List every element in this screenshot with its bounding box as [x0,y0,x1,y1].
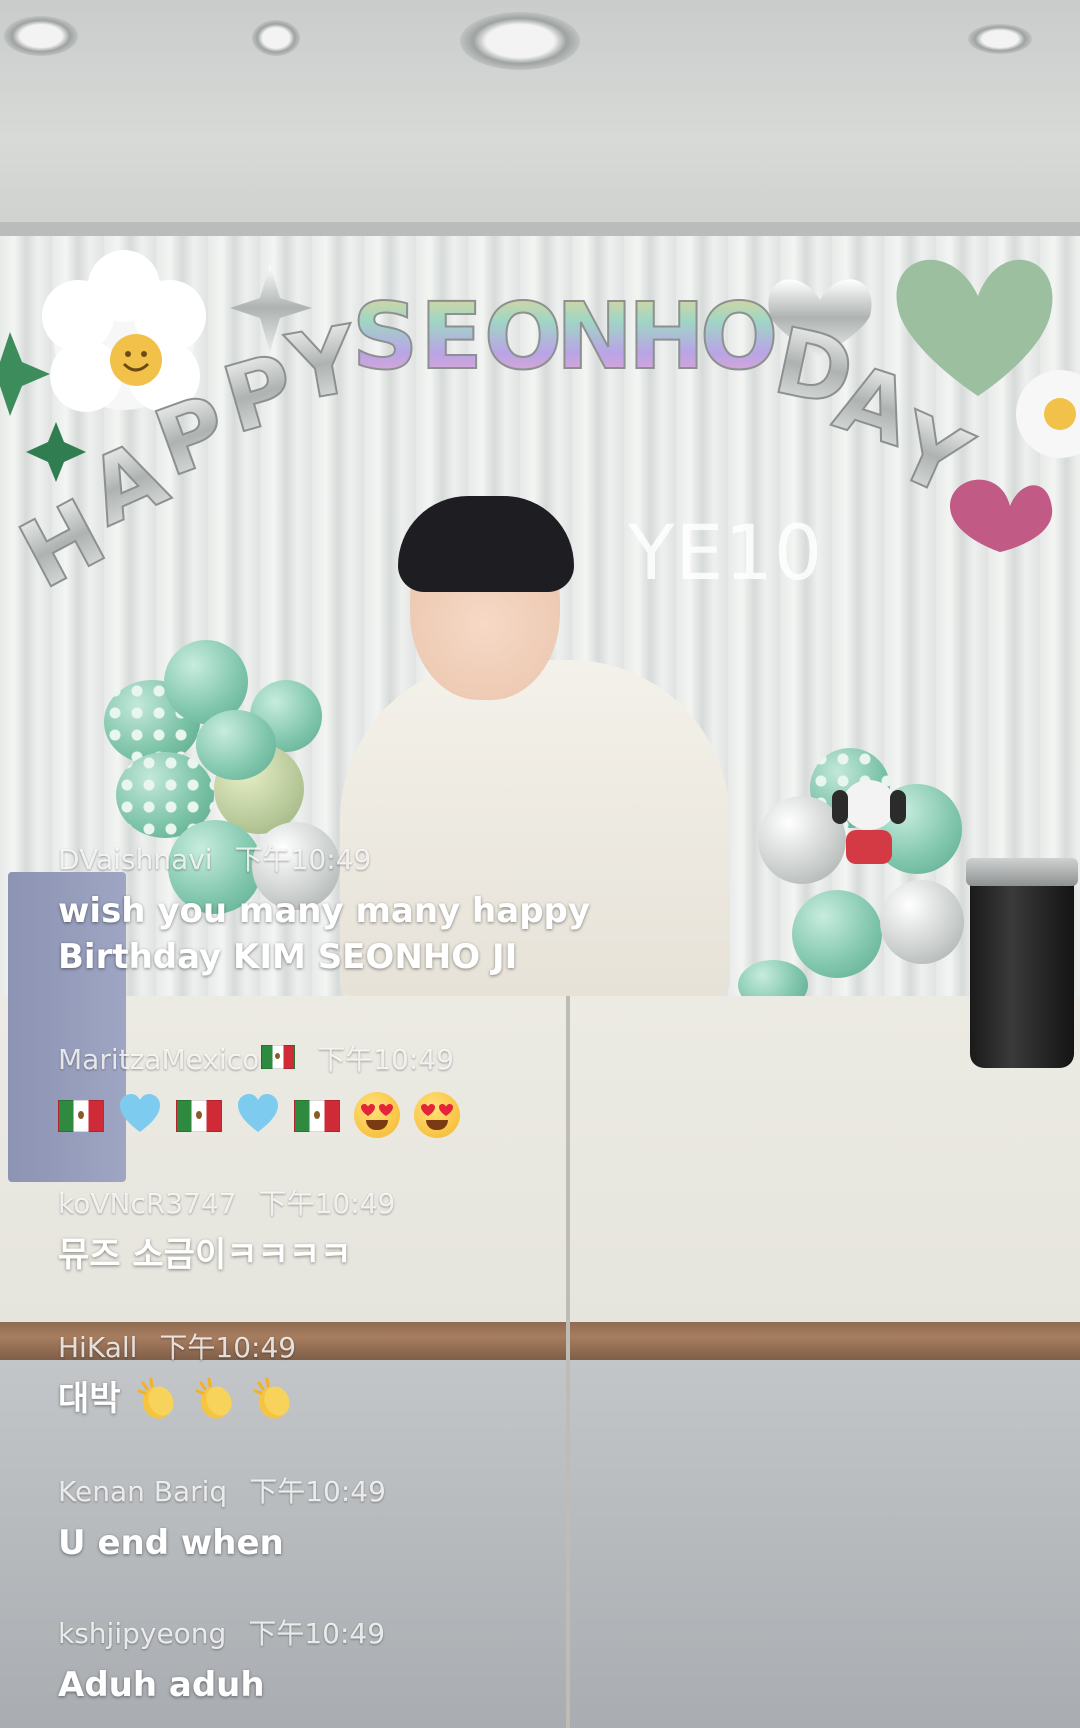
comment-item[interactable]: kshjipyeong 下午10:49 Aduh aduh [58,1612,385,1708]
comment-username[interactable]: MaritzaMexico [58,1043,259,1076]
comment-username[interactable]: Kenan Bariq [58,1475,227,1508]
comment-text: 대박 [58,1376,296,1422]
comment-item[interactable]: MaritzaMexico 下午10:49 [58,1038,460,1138]
comment-meta: MaritzaMexico 下午10:49 [58,1038,460,1078]
comment-line: U end when [58,1523,284,1563]
comment-meta: kshjipyeong 下午10:49 [58,1612,385,1652]
heart-eyes-face-icon [354,1092,400,1138]
clapping-hands-icon [135,1377,179,1421]
comment-text: U end when [58,1520,386,1566]
comment-item[interactable]: DVaishnavi 下午10:49 wish you many many ha… [58,838,590,980]
comment-line: 대박 [58,1379,121,1419]
light-blue-heart-icon [118,1092,162,1136]
comment-username[interactable]: HiKall [58,1331,137,1364]
comment-time: 下午10:49 [258,1187,396,1220]
comment-line: 뮤즈 소금이ㅋㅋㅋㅋ [58,1235,352,1275]
comment-time: 下午10:49 [159,1331,297,1364]
comment-meta: Kenan Bariq 下午10:49 [58,1470,386,1510]
mexico-flag-icon [294,1100,340,1132]
comment-line: wish you many many happy [58,891,591,931]
comment-item[interactable]: Kenan Bariq 下午10:49 U end when [58,1470,386,1566]
clapping-hands-icon [193,1377,237,1421]
comment-line: Aduh aduh [58,1665,265,1705]
comment-emoji-row [58,1092,460,1138]
comment-time: 下午10:49 [317,1043,454,1076]
comment-line: Birthday KIM SEONHO JI [58,937,518,977]
clapping-hands-icon [251,1377,295,1421]
comment-text: 뮤즈 소금이ㅋㅋㅋㅋ [58,1232,395,1278]
mexico-flag-icon [58,1100,104,1132]
mexico-flag-icon [261,1045,296,1069]
comment-username[interactable]: DVaishnavi [58,843,213,876]
comment-meta: HiKall 下午10:49 [58,1326,296,1366]
comment-time: 下午10:49 [234,843,372,876]
live-comments-feed[interactable]: DVaishnavi 下午10:49 wish you many many ha… [0,0,1080,1728]
comment-username[interactable]: koVNcR3747 [58,1187,237,1220]
heart-eyes-face-icon [414,1092,460,1138]
light-blue-heart-icon [236,1092,280,1136]
live-stream-view: H A P P Y S E O N H O D A Y YE10 DVaishn… [0,0,1080,1728]
comment-meta: DVaishnavi 下午10:49 [58,838,590,878]
comment-item[interactable]: HiKall 下午10:49 대박 [58,1326,296,1422]
comment-username[interactable]: kshjipyeong [58,1617,226,1650]
comment-time: 下午10:49 [249,1475,386,1508]
comment-text: Aduh aduh [58,1662,385,1708]
comment-time: 下午10:49 [248,1617,386,1650]
comment-item[interactable]: koVNcR3747 下午10:49 뮤즈 소금이ㅋㅋㅋㅋ [58,1182,395,1278]
comment-meta: koVNcR3747 下午10:49 [58,1182,395,1222]
mexico-flag-icon [176,1100,222,1132]
comment-text: wish you many many happy Birthday KIM SE… [58,888,590,980]
